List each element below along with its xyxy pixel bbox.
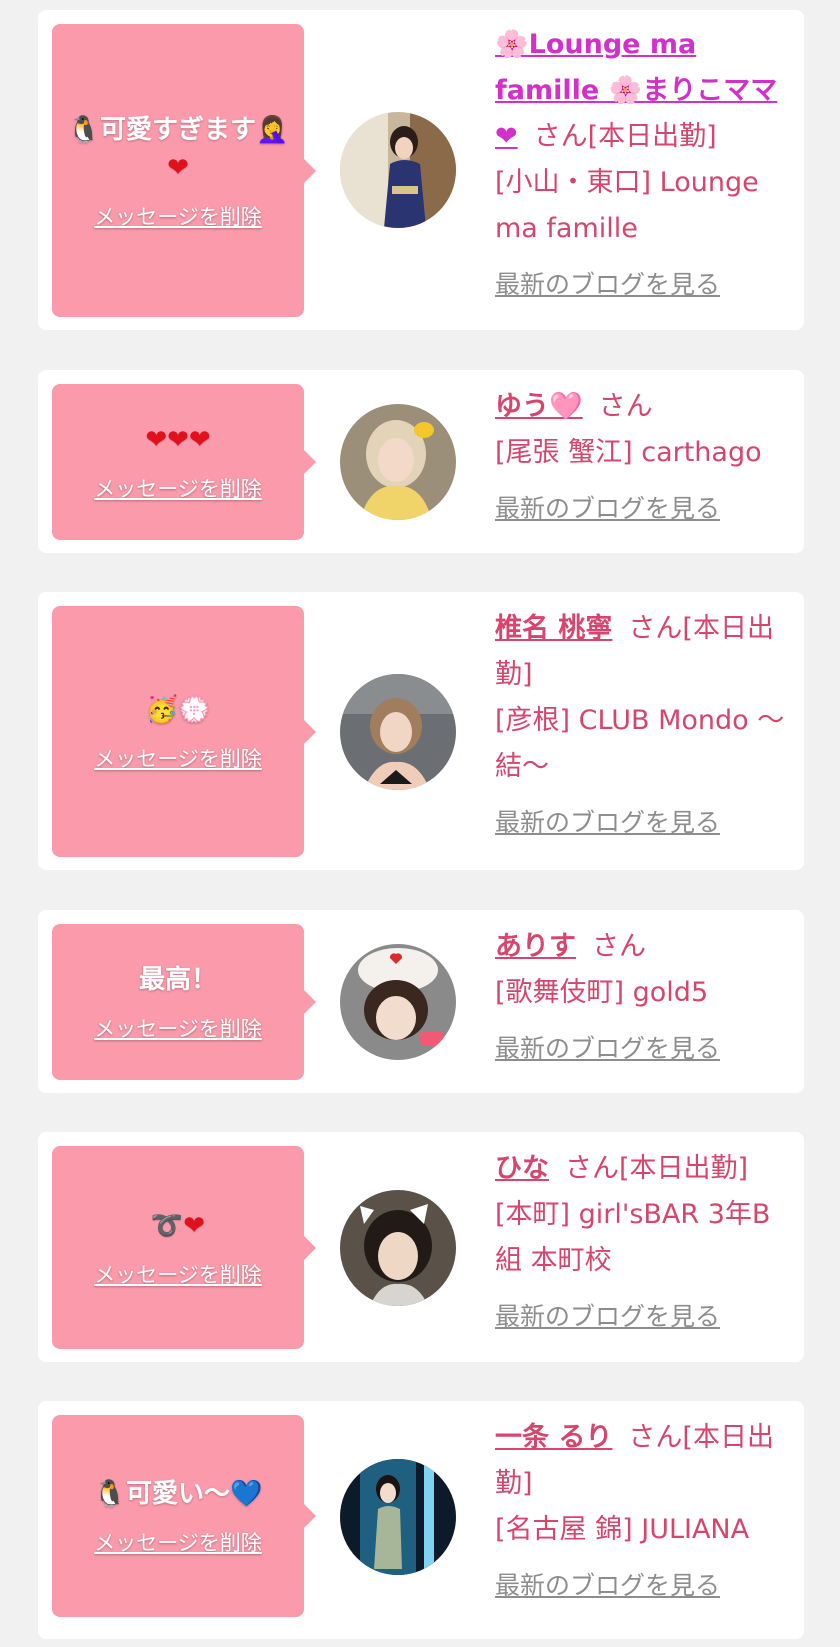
cast-info: 🌸Lounge ma famille 🌸まりこママ❤ さん[本日出勤] [小山・東…	[495, 22, 795, 308]
message-text: 🐧可愛い〜💙	[93, 1479, 263, 1509]
message-text: 最高！	[138, 965, 217, 995]
shop-label: [尾張 蟹江] carthago	[495, 437, 762, 468]
shop-label: [本町] girl'sBAR 3年B組 本町校	[495, 1199, 771, 1276]
cast-name-link[interactable]: 椎名 桃寧	[495, 613, 612, 644]
delete-message-link[interactable]: メッセージを削除	[94, 473, 262, 503]
delete-message-link[interactable]: メッセージを削除	[94, 1527, 262, 1557]
message-card: ➰❤ メッセージを削除 ひな さん[本日出勤] [本町] girl'sBAR 3年…	[38, 1132, 804, 1362]
blog-link[interactable]: 最新のブログを見る	[495, 1563, 795, 1609]
avatar[interactable]	[340, 944, 456, 1060]
message-card: 最高！ メッセージを削除 ありす さん [歌舞伎町] gold5 最新のブログを見…	[38, 910, 804, 1093]
message-bubble: 🐧可愛すぎます🤦‍♀️ ❤ メッセージを削除	[52, 24, 316, 317]
avatar[interactable]	[340, 1190, 456, 1306]
message-card: 🐧可愛い〜💙 メッセージを削除 一条 るり さん[本日出勤] [名古屋 錦] JU…	[38, 1401, 804, 1639]
avatar[interactable]	[340, 404, 456, 520]
message-text: 🥳💮	[145, 694, 211, 725]
shop-label: [歌舞伎町] gold5	[495, 977, 709, 1008]
cast-info: 一条 るり さん[本日出勤] [名古屋 錦] JULIANA 最新のブログを見る	[495, 1415, 795, 1609]
message-text: ➰❤	[150, 1210, 206, 1241]
honorific: さん[本日出勤]	[565, 1153, 749, 1184]
cast-info: ありす さん [歌舞伎町] gold5 最新のブログを見る	[495, 924, 795, 1072]
avatar[interactable]	[340, 674, 456, 790]
cast-name-link[interactable]: ひな	[495, 1153, 549, 1184]
cast-name-link[interactable]: 一条 るり	[495, 1422, 612, 1453]
message-bubble: 🐧可愛い〜💙 メッセージを削除	[52, 1415, 316, 1617]
message-bubble: 最高！ メッセージを削除	[52, 924, 316, 1080]
message-text: 🐧可愛すぎます🤦‍♀️ ❤	[67, 114, 289, 183]
top-strip	[0, 0, 840, 10]
delete-message-link[interactable]: メッセージを削除	[94, 201, 262, 231]
message-card: 🥳💮 メッセージを削除 椎名 桃寧 さん[本日出勤] [彦根] CLUB Mond…	[38, 592, 804, 870]
cast-info: ゆう🩷 さん [尾張 蟹江] carthago 最新のブログを見る	[495, 384, 795, 532]
honorific: さん	[598, 391, 653, 422]
cast-name-link[interactable]: ゆう🩷	[495, 391, 583, 422]
honorific: さん	[592, 931, 646, 962]
honorific: さん[本日出勤]	[533, 121, 717, 152]
message-bubble: ❤❤❤ メッセージを削除	[52, 384, 316, 540]
message-card: 🐧可愛すぎます🤦‍♀️ ❤ メッセージを削除 🌸Lounge ma famill…	[38, 10, 804, 330]
shop-label: [小山・東口] Lounge ma famille	[495, 167, 759, 244]
avatar[interactable]	[340, 112, 456, 228]
cast-name-link[interactable]: ありす	[495, 931, 576, 962]
delete-message-link[interactable]: メッセージを削除	[94, 743, 262, 773]
cast-info: ひな さん[本日出勤] [本町] girl'sBAR 3年B組 本町校 最新のブロ…	[495, 1146, 795, 1340]
blog-link[interactable]: 最新のブログを見る	[495, 262, 795, 308]
blog-link[interactable]: 最新のブログを見る	[495, 1026, 795, 1072]
message-bubble: 🥳💮 メッセージを削除	[52, 606, 316, 857]
blog-link[interactable]: 最新のブログを見る	[495, 1294, 795, 1340]
message-card: ❤❤❤ メッセージを削除 ゆう🩷 さん [尾張 蟹江] carthago 最新のブ…	[38, 370, 804, 553]
cast-info: 椎名 桃寧 さん[本日出勤] [彦根] CLUB Mondo 〜結〜 最新のブログ…	[495, 606, 795, 846]
heart-icon: ❤	[167, 152, 189, 183]
avatar[interactable]	[340, 1459, 456, 1575]
delete-message-link[interactable]: メッセージを削除	[94, 1013, 262, 1043]
message-bubble: ➰❤ メッセージを削除	[52, 1146, 316, 1349]
delete-message-link[interactable]: メッセージを削除	[94, 1259, 262, 1289]
message-text: ❤❤❤	[145, 425, 211, 455]
shop-label: [名古屋 錦] JULIANA	[495, 1514, 750, 1545]
blog-link[interactable]: 最新のブログを見る	[495, 800, 795, 846]
blog-link[interactable]: 最新のブログを見る	[495, 486, 795, 532]
shop-label: [彦根] CLUB Mondo 〜結〜	[495, 705, 785, 782]
